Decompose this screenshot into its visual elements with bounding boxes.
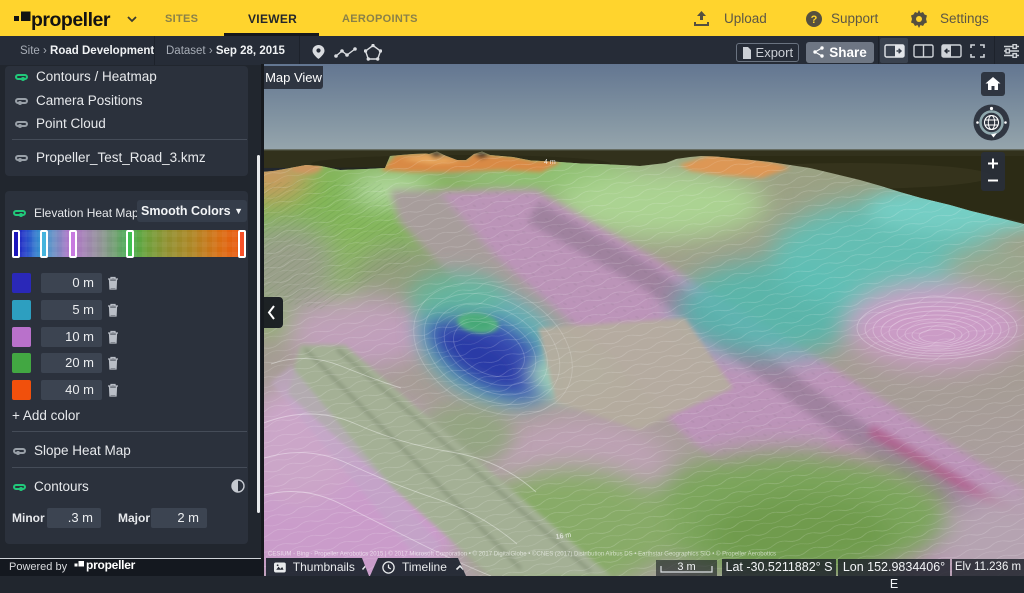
svg-text:propeller: propeller [31,9,111,31]
svg-text:?: ? [811,14,818,26]
svg-text:propeller: propeller [86,559,136,572]
svg-text:4 m: 4 m [544,159,556,166]
